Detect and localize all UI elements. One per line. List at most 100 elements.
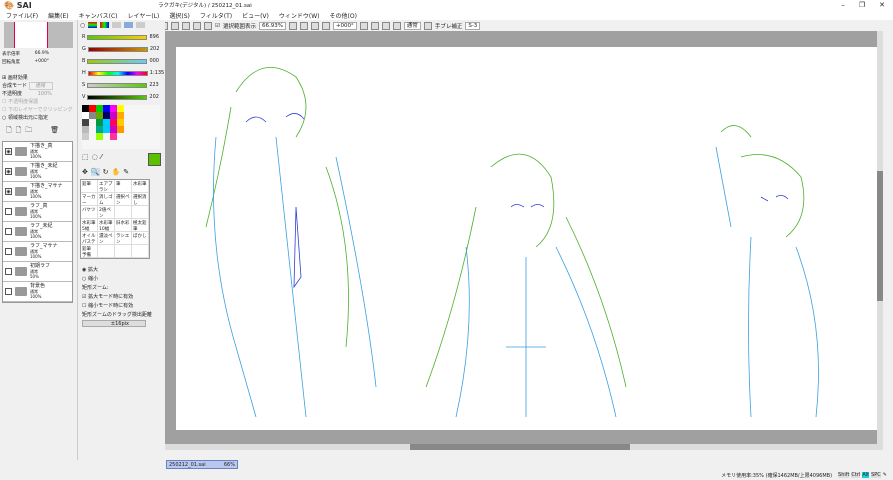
zoom-out-radio[interactable]: ○ 縮小 bbox=[82, 275, 161, 284]
visibility-toggle[interactable] bbox=[5, 208, 12, 215]
color-swatch[interactable] bbox=[103, 105, 110, 112]
protect-opacity-checkbox[interactable]: ☐ 不透明度保護 bbox=[2, 98, 75, 106]
visibility-toggle[interactable] bbox=[5, 248, 12, 255]
layer-item[interactable]: ラフ_未紀 通常 100% bbox=[3, 222, 72, 242]
selection-tool-icon[interactable]: ⬚ bbox=[82, 153, 89, 161]
opacity-value[interactable]: 100% bbox=[38, 91, 52, 97]
color-swatch[interactable] bbox=[89, 133, 96, 140]
slider-track[interactable] bbox=[87, 70, 148, 76]
maximize-button[interactable]: ❐ bbox=[859, 1, 865, 9]
color-swatch[interactable] bbox=[138, 119, 145, 126]
visibility-toggle[interactable]: ◉ bbox=[5, 168, 12, 175]
zoom-field[interactable]: 66.93% bbox=[258, 21, 286, 30]
clipping-checkbox[interactable]: ☐ 下のレイヤーでクリッピング bbox=[2, 106, 75, 114]
tool-slot[interactable]: 旧水彩 bbox=[115, 219, 132, 232]
mixer-toggle[interactable] bbox=[112, 22, 122, 28]
rotate-left-button[interactable] bbox=[359, 21, 368, 30]
color-swatch[interactable] bbox=[89, 119, 96, 126]
tool-slot[interactable]: マーカー bbox=[81, 193, 98, 206]
visibility-toggle[interactable]: ◉ bbox=[5, 188, 12, 195]
color-swatch[interactable] bbox=[124, 133, 131, 140]
visibility-toggle[interactable] bbox=[5, 268, 12, 275]
menu-view[interactable]: ビュー(V) bbox=[242, 11, 269, 20]
color-swatch[interactable] bbox=[103, 133, 110, 140]
tool-slot[interactable]: 消しゴム bbox=[98, 193, 115, 206]
color-swatch[interactable] bbox=[103, 119, 110, 126]
tool-slot[interactable]: 水彩筆 10幅 bbox=[98, 219, 115, 232]
zoom-in-radio[interactable]: ◉ 拡大 bbox=[82, 266, 161, 275]
slider-track[interactable] bbox=[87, 34, 148, 40]
rotate-reset-button[interactable] bbox=[381, 21, 390, 30]
color-swatch[interactable] bbox=[103, 126, 110, 133]
color-swatch[interactable] bbox=[138, 133, 145, 140]
visibility-toggle[interactable] bbox=[5, 228, 12, 235]
tool-slot[interactable]: 鉛筆 予備 bbox=[81, 245, 98, 258]
color-swatch[interactable] bbox=[124, 112, 131, 119]
lasso-tool-icon[interactable]: ◌ bbox=[92, 153, 98, 161]
new-folder-icon[interactable]: 🗀 bbox=[25, 126, 32, 137]
swatch-grid[interactable] bbox=[82, 105, 160, 149]
visibility-toggle[interactable] bbox=[5, 288, 12, 295]
close-button[interactable]: ✕ bbox=[879, 1, 885, 9]
tool-slot[interactable] bbox=[115, 206, 132, 219]
tool-slot[interactable] bbox=[98, 245, 115, 258]
color-swatch[interactable] bbox=[96, 126, 103, 133]
magic-wand-icon[interactable]: ⁄ bbox=[101, 153, 102, 161]
color-slider-r[interactable]: R 896 bbox=[82, 31, 165, 43]
tool-slot[interactable]: 2値ペン bbox=[98, 206, 115, 219]
color-wheel-toggle[interactable]: ○ bbox=[80, 22, 85, 29]
color-swatch[interactable] bbox=[82, 126, 89, 133]
color-swatch[interactable] bbox=[131, 126, 138, 133]
color-swatch[interactable] bbox=[131, 112, 138, 119]
rotation-field[interactable]: +000° bbox=[332, 21, 357, 30]
texture-toggle[interactable]: ⊞ 画材効果 bbox=[2, 74, 75, 82]
tool-slot[interactable] bbox=[115, 245, 132, 258]
color-slider-b[interactable]: B 000 bbox=[82, 55, 165, 67]
color-swatch[interactable] bbox=[110, 105, 117, 112]
tool-slot[interactable]: エアブラシ bbox=[98, 180, 115, 193]
tool-slot[interactable]: 極太鉛筆 bbox=[132, 219, 149, 232]
color-swatch[interactable] bbox=[117, 126, 124, 133]
flip-view-button[interactable] bbox=[423, 21, 432, 30]
tool-slot[interactable]: 濃淡ペン bbox=[98, 232, 115, 245]
color-swatch[interactable] bbox=[138, 112, 145, 119]
color-swatch[interactable] bbox=[131, 105, 138, 112]
navigator-preview[interactable] bbox=[4, 22, 73, 48]
canvas-area[interactable] bbox=[165, 31, 883, 450]
color-swatch[interactable] bbox=[138, 126, 145, 133]
swatches-toggle[interactable] bbox=[124, 22, 134, 28]
document-tab[interactable]: 250212_01.sai 66% bbox=[166, 460, 238, 469]
layer-item[interactable]: ◉ 下描き_未紀 通常 100% bbox=[3, 162, 72, 182]
color-swatch[interactable] bbox=[124, 105, 131, 112]
menu-canvas[interactable]: キャンバス(C) bbox=[79, 11, 118, 20]
menu-other[interactable]: その他(O) bbox=[330, 11, 357, 20]
color-swatch[interactable] bbox=[82, 105, 89, 112]
color-swatch[interactable] bbox=[117, 133, 124, 140]
layer-item[interactable]: ラフ_マサナ 通常 100% bbox=[3, 242, 72, 262]
rotate-right-button[interactable] bbox=[370, 21, 379, 30]
color-swatch[interactable] bbox=[110, 126, 117, 133]
new-layer-icon[interactable]: 🗋 bbox=[6, 126, 12, 137]
layer-item[interactable]: ラフ_真 通常 100% bbox=[3, 202, 72, 222]
slider-track[interactable] bbox=[87, 46, 148, 52]
vertical-scrollbar[interactable] bbox=[877, 31, 883, 450]
menu-select[interactable]: 選択(S) bbox=[169, 11, 190, 20]
color-swatch[interactable] bbox=[82, 119, 89, 126]
color-slider-v[interactable]: V 202 bbox=[82, 91, 165, 103]
color-swatch[interactable] bbox=[117, 105, 124, 112]
color-swatch[interactable] bbox=[110, 112, 117, 119]
select-source-radio[interactable]: ○ 領域検出元に指定 bbox=[2, 114, 75, 122]
menu-edit[interactable]: 編集(E) bbox=[48, 11, 68, 20]
zoom-fit-button[interactable] bbox=[321, 21, 330, 30]
zoom-in-valid-checkbox[interactable]: ☑ 拡大モード時に有効 bbox=[82, 293, 161, 302]
tool-slot[interactable] bbox=[132, 206, 149, 219]
tool-slot[interactable]: ぼかし bbox=[132, 232, 149, 245]
color-swatch[interactable] bbox=[89, 112, 96, 119]
color-swatch[interactable] bbox=[117, 119, 124, 126]
deselect-button[interactable] bbox=[182, 21, 190, 30]
color-slider-s[interactable]: S 223 bbox=[82, 79, 165, 91]
color-swatch[interactable] bbox=[124, 119, 131, 126]
zoom-out-button[interactable] bbox=[288, 21, 297, 30]
tool-slot[interactable]: バケツ bbox=[81, 206, 98, 219]
tool-slot[interactable]: 選択ペン bbox=[115, 193, 132, 206]
